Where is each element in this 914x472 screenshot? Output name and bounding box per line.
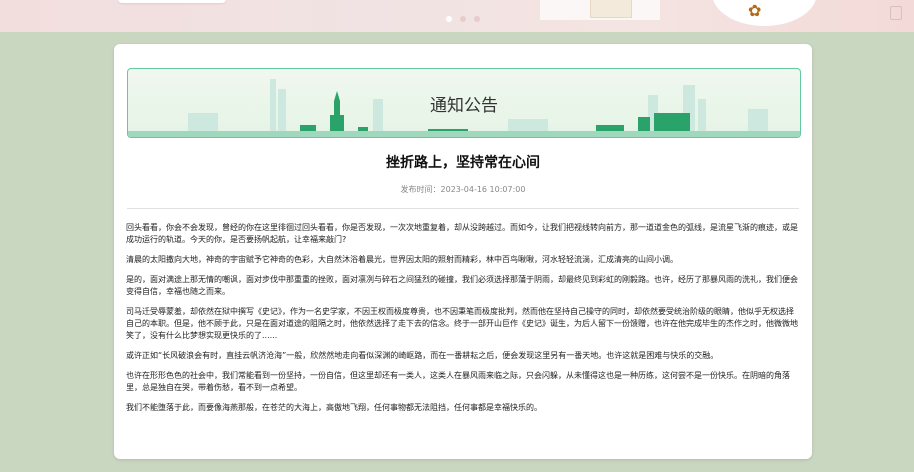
article-paragraph: 是的，面对满途上那无情的嘲讽，面对步伐中那重重的挫败，面对凛冽与碎石之间猛烈的碰…	[126, 275, 798, 296]
carousel-card	[118, 0, 226, 3]
side-icon[interactable]	[890, 6, 902, 20]
notice-banner: 通知公告	[127, 68, 801, 138]
divider	[127, 208, 799, 209]
product-box-image	[590, 0, 632, 18]
publish-time-value: 2023-04-16 10:07:00	[440, 185, 526, 194]
publish-time-label: 发布时间：	[400, 185, 441, 194]
article-paragraph: 或许正如“长风破浪会有时，直挂云帆济沧海”一般，欣然然地走向看似深渊的崎岖路，而…	[126, 351, 719, 360]
jewelry-image: ✿	[748, 1, 762, 20]
carousel-dot[interactable]	[460, 16, 466, 22]
article-paragraph: 清晨的太阳撒向大地，神奇的宇宙赋予它神奇的色彩，大自然沐浴着晨光，世界因太阳的照…	[126, 255, 678, 264]
carousel-dot[interactable]	[474, 16, 480, 22]
carousel-indicators	[446, 16, 480, 22]
carousel-dot-active[interactable]	[446, 16, 452, 22]
article-paragraph: 也许在形形色色的社会中，我们常能看到一份坚持，一份自信，但这里却还有一类人，这类…	[126, 371, 790, 392]
article-title: 挫折路上，坚持常在心间	[386, 155, 540, 171]
article-body: 回头看看，你会不会发现，曾经的你在这里徘徊过回头看看，你是否发现，一次次地重复着…	[126, 222, 800, 422]
publish-time: 发布时间：2023-04-16 10:07:00	[114, 184, 812, 195]
banner-title: 通知公告	[430, 96, 498, 116]
carousel-banner[interactable]: ✿	[0, 0, 914, 32]
notice-panel: 通知公告 挫折路上，坚持常在心间 发布时间：2023-04-16 10:07:0…	[114, 44, 812, 459]
article-paragraph: 司马迁受辱蒙羞，却依然在狱中撰写《史记》，作为一名史学家，不因王权而极度尊贵，也…	[126, 307, 798, 340]
article-paragraph: 我们不能堕落于此，而要像海燕那般，在苍茫的大海上，高傲地飞翔，任何事物都无法阻挡…	[126, 403, 542, 412]
article-paragraph: 回头看看，你会不会发现，曾经的你在这里徘徊过回头看看，你是否发现，一次次地重复着…	[126, 223, 798, 244]
